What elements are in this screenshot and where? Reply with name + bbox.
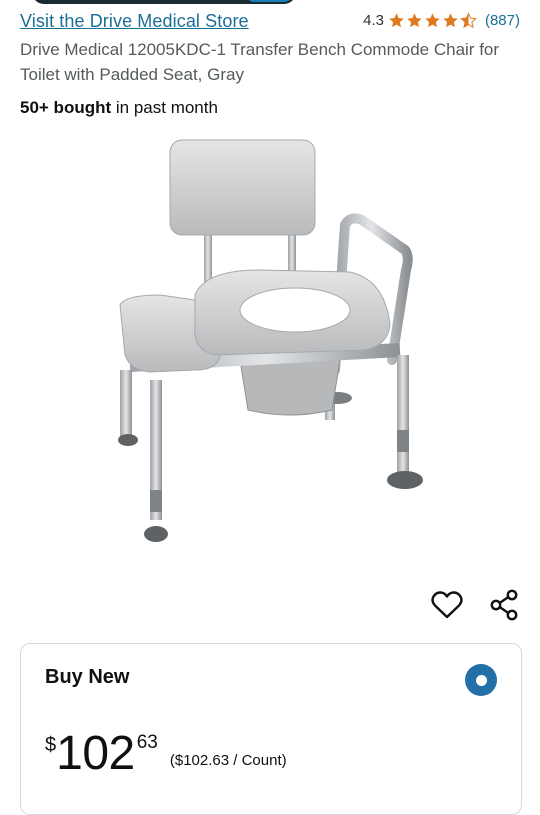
star-icon bbox=[389, 13, 404, 28]
star-icon bbox=[443, 13, 458, 28]
buy-new-radio[interactable] bbox=[465, 664, 497, 696]
star-icon bbox=[407, 13, 422, 28]
store-link[interactable]: Visit the Drive Medical Store bbox=[20, 11, 249, 32]
buy-box[interactable]: Buy New $ 102 63 ($102.63 / Count) bbox=[20, 643, 522, 815]
star-half-icon bbox=[460, 12, 477, 29]
heart-icon[interactable] bbox=[430, 588, 464, 622]
rating-count[interactable]: (887) bbox=[485, 12, 520, 29]
star-icon bbox=[425, 13, 440, 28]
share-icon[interactable] bbox=[487, 588, 521, 622]
price: $ 102 63 ($102.63 / Count) bbox=[45, 728, 287, 780]
rating-summary[interactable]: 4.3 (887) bbox=[363, 12, 520, 29]
rating-value: 4.3 bbox=[363, 12, 384, 29]
price-symbol: $ bbox=[45, 734, 57, 756]
price-whole: 102 bbox=[56, 727, 135, 780]
product-title: Drive Medical 12005KDC-1 Transfer Bench … bbox=[20, 40, 500, 84]
star-rating bbox=[388, 12, 477, 29]
buy-new-label: Buy New bbox=[45, 666, 130, 688]
transfer-bench-commode-image[interactable] bbox=[100, 130, 440, 550]
top-banner-accent bbox=[246, 0, 292, 2]
bought-in-past-month: 50+ bought in past month bbox=[20, 98, 218, 118]
bought-suffix: in past month bbox=[111, 98, 218, 117]
price-fraction: 63 bbox=[136, 732, 158, 753]
radio-selected-dot bbox=[475, 674, 487, 686]
bought-count: 50+ bought bbox=[20, 98, 112, 117]
unit-price: ($102.63 / Count) bbox=[169, 752, 287, 769]
